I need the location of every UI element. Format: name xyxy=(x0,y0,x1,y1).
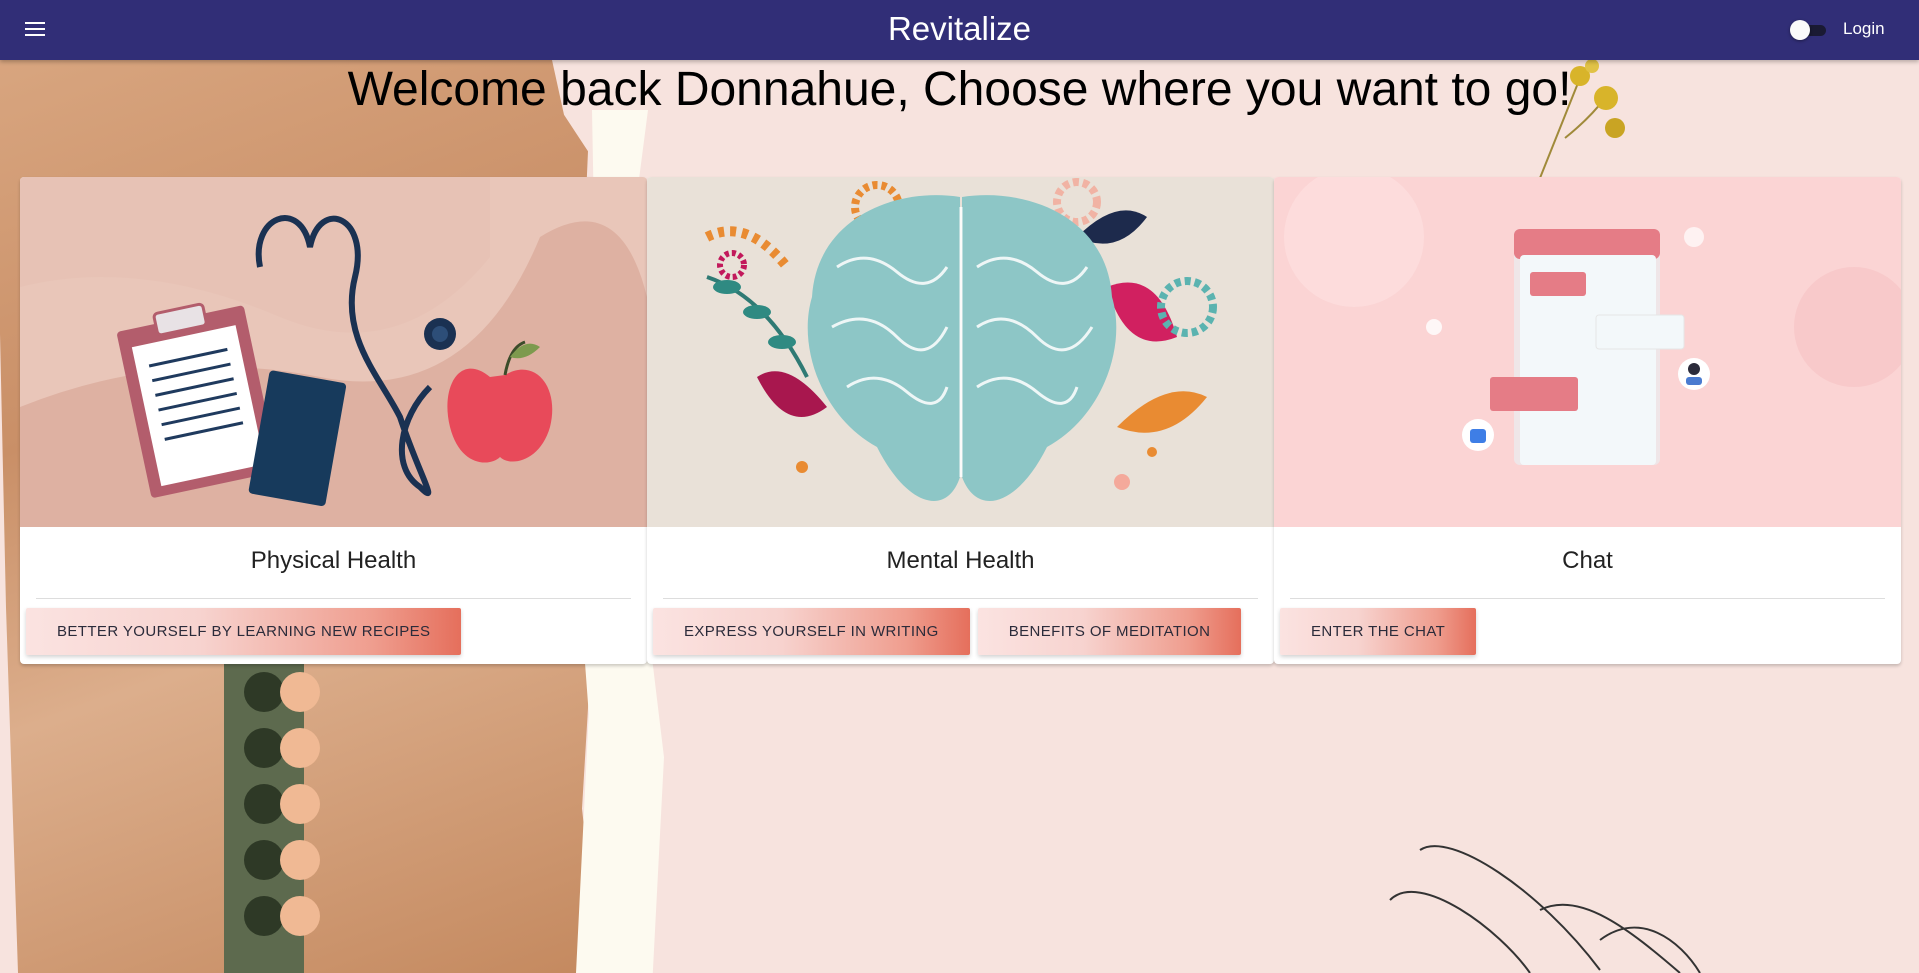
card-divider xyxy=(36,598,631,599)
card-physical-health: Physical Health BETTER YOURSELF BY LEARN… xyxy=(20,177,647,664)
theme-toggle[interactable] xyxy=(1790,19,1830,41)
meditation-button[interactable]: BENEFITS OF MEDITATION xyxy=(977,608,1242,655)
card-actions: EXPRESS YOURSELF IN WRITING BENEFITS OF … xyxy=(653,608,1242,655)
card-divider xyxy=(663,598,1258,599)
login-link[interactable]: Login xyxy=(1843,19,1885,39)
card-chat: Chat ENTER THE CHAT xyxy=(1274,177,1901,664)
writing-button[interactable]: EXPRESS YOURSELF IN WRITING xyxy=(653,608,970,655)
top-app-bar: Revitalize Login xyxy=(0,0,1919,60)
menu-icon[interactable] xyxy=(22,18,48,42)
card-title-physical-health: Physical Health xyxy=(250,547,417,574)
card-actions: BETTER YOURSELF BY LEARNING NEW RECIPES xyxy=(26,608,462,655)
app-title: Revitalize xyxy=(887,10,1032,47)
background-patterned-strip xyxy=(224,664,320,973)
card-title-mental-health: Mental Health xyxy=(886,547,1035,574)
card-actions: ENTER THE CHAT xyxy=(1280,608,1477,655)
card-divider xyxy=(1290,598,1885,599)
background-scribble xyxy=(1389,845,1701,973)
physical-health-illustration xyxy=(20,177,647,527)
welcome-headline: Welcome back Donnahue, Choose where you … xyxy=(347,63,1572,116)
destination-cards: Physical Health BETTER YOURSELF BY LEARN… xyxy=(20,177,1902,664)
card-mental-health: Mental Health EXPRESS YOURSELF IN WRITIN… xyxy=(647,177,1274,664)
card-title-chat: Chat xyxy=(1562,547,1613,574)
mental-health-illustration xyxy=(647,177,1274,527)
chat-illustration xyxy=(1274,177,1901,527)
enter-chat-button[interactable]: ENTER THE CHAT xyxy=(1280,608,1477,655)
recipes-button[interactable]: BETTER YOURSELF BY LEARNING NEW RECIPES xyxy=(26,608,462,655)
